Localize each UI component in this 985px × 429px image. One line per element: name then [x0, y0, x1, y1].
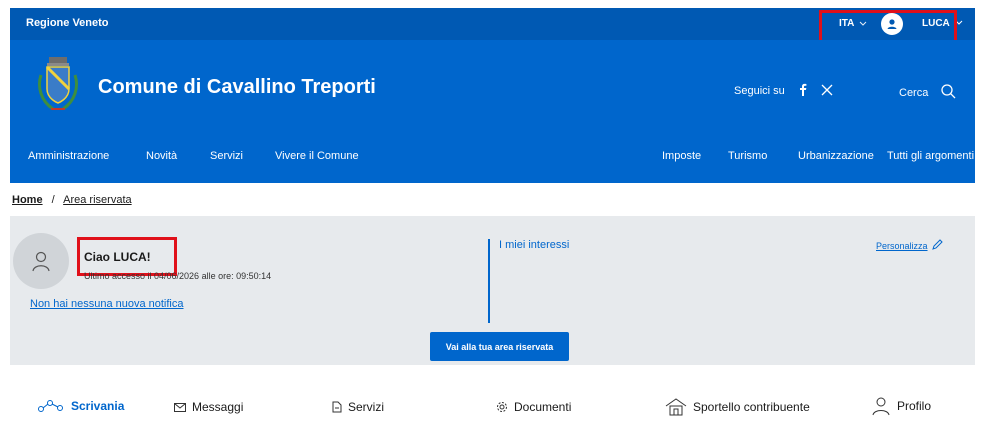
gear-icon — [496, 401, 508, 413]
site-header: Comune di Cavallino Treporti Seguici su … — [10, 40, 975, 131]
tab-scrivania[interactable]: Scrivania — [37, 398, 124, 414]
site-title[interactable]: Comune di Cavallino Treporti — [98, 76, 376, 99]
building-icon — [665, 398, 687, 416]
search-control[interactable]: Cerca — [899, 83, 956, 102]
nav-item-servizi[interactable]: Servizi — [210, 150, 243, 162]
user-icon — [871, 396, 891, 416]
search-icon[interactable] — [940, 83, 956, 102]
tab-servizi[interactable]: Servizi — [332, 400, 384, 414]
region-link[interactable]: Regione Veneto — [26, 17, 109, 29]
doc-icon — [332, 401, 342, 413]
reserved-area-button[interactable]: Vai alla tua area riservata — [430, 332, 569, 361]
tab-label: Servizi — [348, 400, 385, 414]
breadcrumb-current[interactable]: Area riservata — [63, 194, 131, 206]
breadcrumb-home-link[interactable]: Home — [12, 194, 43, 206]
tab-label: Documenti — [514, 400, 572, 414]
x-twitter-icon[interactable] — [821, 84, 833, 99]
personalize-label: Personalizza — [876, 240, 928, 251]
tab-profilo[interactable]: Profilo — [871, 396, 931, 416]
user-profile-icon — [13, 233, 69, 289]
nav-item-imposte[interactable]: Imposte — [662, 150, 701, 162]
search-label: Cerca — [899, 86, 929, 99]
breadcrumb-separator: / — [51, 194, 55, 206]
tab-documenti[interactable]: Documenti — [496, 400, 571, 414]
notifications-link[interactable]: Non hai nessuna nuova notifica — [30, 298, 184, 310]
follow-label: Seguici su — [734, 85, 785, 97]
nav-item-turismo[interactable]: Turismo — [728, 150, 767, 162]
personalize-link[interactable]: Personalizza — [876, 239, 943, 252]
tab-label: Scrivania — [71, 399, 125, 413]
social-links: Seguici su — [734, 83, 833, 99]
last-access-text: Ultimo accesso il 04/06/2026 alle ore: 0… — [84, 271, 272, 281]
tab-label: Profilo — [897, 399, 932, 413]
nav-item-vivere-il-comune[interactable]: Vivere il Comune — [275, 150, 359, 162]
pencil-icon — [931, 239, 943, 252]
network-icon — [37, 398, 65, 414]
nav-item-tutti-gli-argomenti[interactable]: Tutti gli argomenti... — [887, 150, 983, 162]
tab-sportello-contribuente[interactable]: Sportello contribuente — [665, 398, 810, 416]
interests-title: I miei interessi — [499, 239, 570, 251]
main-navigation: Amministrazione Novità Servizi Vivere il… — [10, 131, 983, 183]
reserved-area-tabs: Scrivania Messaggi Servizi Documenti Spo… — [10, 388, 975, 428]
municipality-crest-icon[interactable] — [33, 55, 83, 115]
profile-panel: Ciao LUCA! Ultimo accesso il 04/06/2026 … — [10, 216, 975, 365]
nav-item-novita[interactable]: Novità — [146, 150, 177, 162]
facebook-icon[interactable] — [799, 83, 807, 99]
breadcrumb: Home / Area riservata — [12, 194, 132, 206]
tab-label: Messaggi — [192, 400, 244, 414]
tab-messaggi[interactable]: Messaggi — [174, 400, 243, 414]
nav-item-urbanizzazione[interactable]: Urbanizzazione — [798, 150, 874, 162]
vertical-divider — [488, 239, 490, 323]
nav-item-amministrazione[interactable]: Amministrazione — [28, 150, 109, 162]
mail-icon — [174, 402, 186, 412]
tab-label: Sportello contribuente — [693, 400, 810, 414]
